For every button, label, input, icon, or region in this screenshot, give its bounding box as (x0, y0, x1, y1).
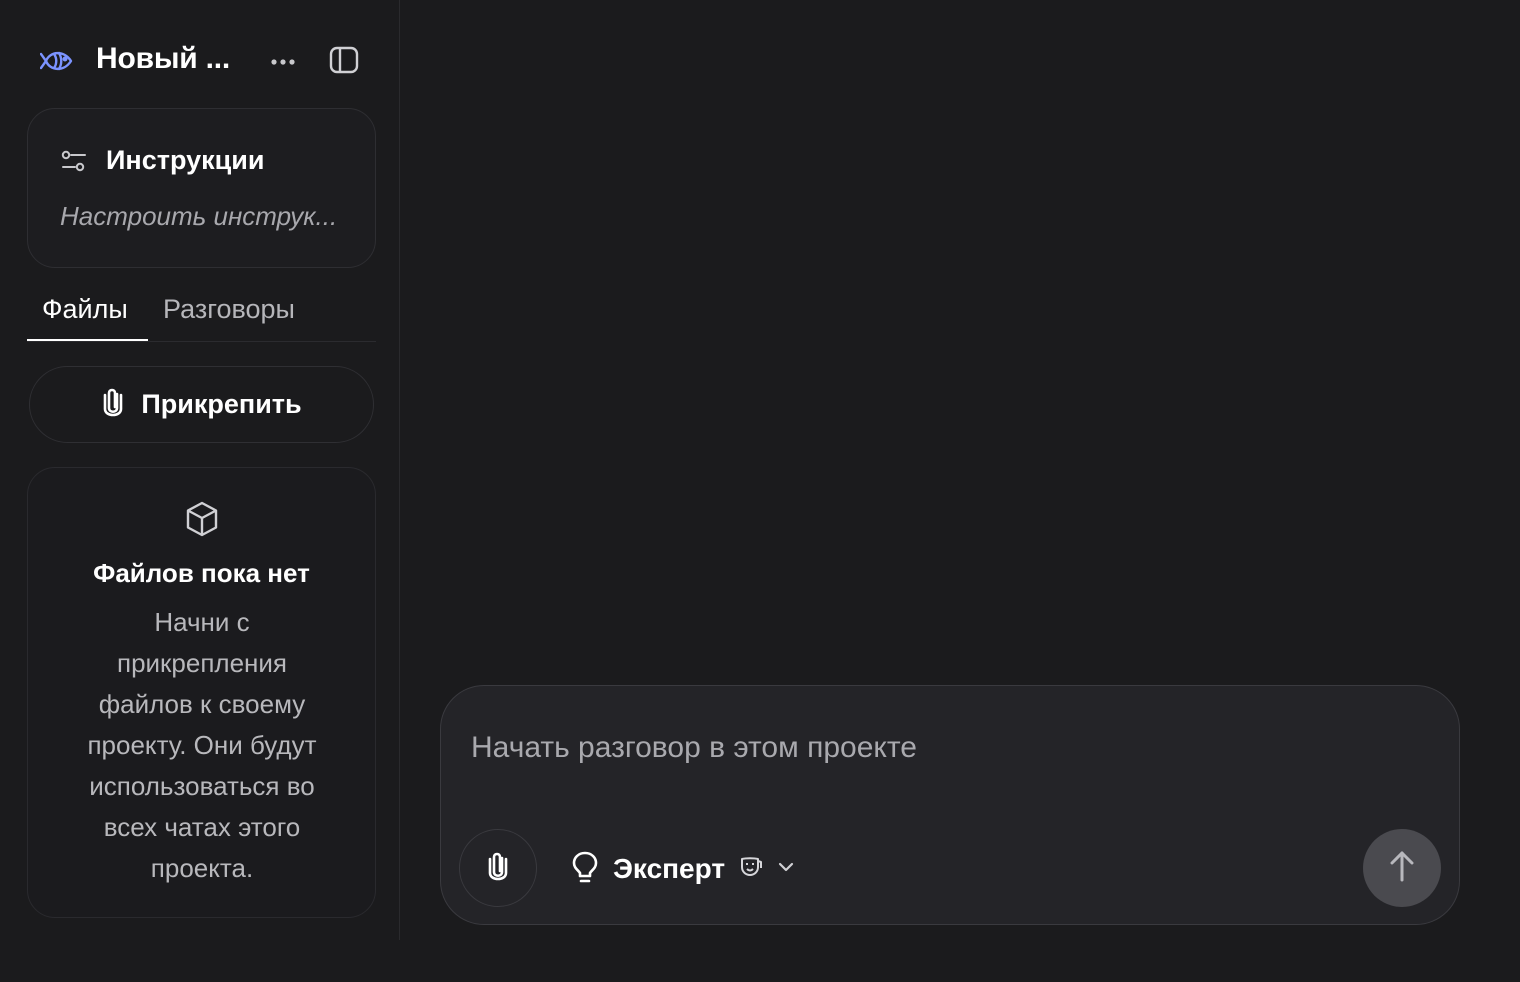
empty-state-title: Файлов пока нет (93, 558, 310, 588)
sidebar-tabs: Файлы Разговоры (27, 290, 376, 342)
collapse-sidebar-button[interactable] (322, 42, 366, 82)
paperclip-icon (101, 386, 125, 423)
project-sidebar: Новый ... Инструкции Настроить инструк..… (0, 0, 400, 940)
active-tab-indicator (27, 339, 148, 341)
tab-files[interactable]: Файлы (42, 294, 128, 342)
sidebar-header: Новый ... (0, 30, 400, 92)
sidebar-toggle-icon (329, 46, 359, 79)
instructions-title: Инструкции (106, 145, 265, 175)
sliders-icon (60, 147, 88, 175)
message-input[interactable] (471, 726, 1371, 770)
arrow-up-icon (1388, 849, 1416, 888)
instructions-subtitle: Настроить инструк... (60, 201, 338, 231)
project-title[interactable]: Новый ... (96, 42, 230, 76)
more-horizontal-icon (270, 53, 296, 71)
message-composer: Эксперт (440, 685, 1460, 925)
model-label: Эксперт (613, 853, 726, 884)
empty-state-text: Начни с прикрепления файлов к своему про… (87, 607, 317, 883)
fish-logo-icon (39, 45, 74, 77)
tab-conversations[interactable]: Разговоры (163, 294, 295, 342)
paperclip-icon (486, 850, 510, 887)
cube-icon (184, 500, 220, 538)
attach-button-label: Прикрепить (141, 389, 302, 419)
files-empty-state: Файлов пока нет Начни с прикрепления фай… (27, 467, 376, 918)
mask-icon (739, 855, 763, 884)
attach-files-button[interactable]: Прикрепить (29, 366, 374, 443)
app-window: Новый ... Инструкции Настроить инструк..… (0, 0, 1520, 982)
send-button[interactable] (1363, 829, 1441, 907)
chevron-down-icon (777, 860, 795, 878)
instructions-card[interactable]: Инструкции Настроить инструк... (27, 108, 376, 268)
more-options-button[interactable] (262, 42, 304, 82)
composer-attach-button[interactable] (459, 829, 537, 907)
lightbulb-icon (571, 850, 599, 889)
model-selector[interactable]: Эксперт (571, 846, 795, 892)
